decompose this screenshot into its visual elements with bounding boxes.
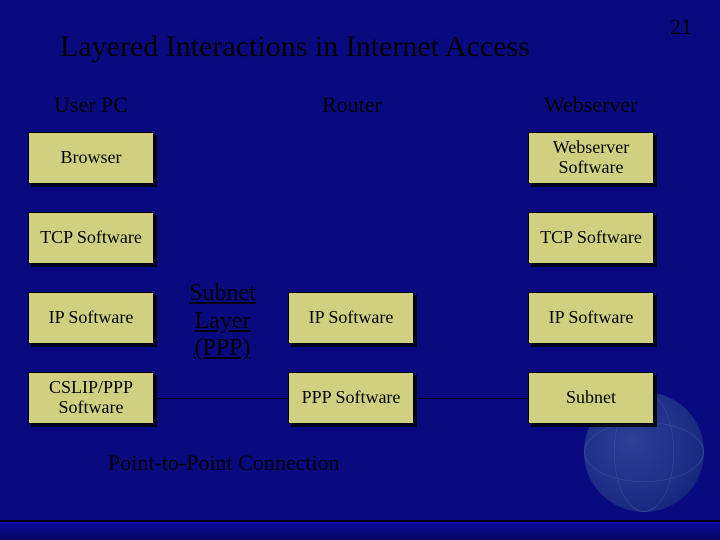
footer-bar — [0, 520, 720, 540]
column-header-user-pc: User PC — [54, 92, 128, 118]
box-subnet: Subnet — [528, 372, 654, 424]
box-tcp-left: TCP Software — [28, 212, 154, 264]
box-ip-right: IP Software — [528, 292, 654, 344]
footer-label: Point-to-Point Connection — [108, 450, 340, 476]
column-header-router: Router — [322, 92, 382, 118]
box-cslip-ppp: CSLIP/PPP Software — [28, 372, 154, 424]
box-webserver-sw: Webserver Software — [528, 132, 654, 184]
line-mid-to-right — [416, 398, 528, 399]
subnet-layer-label: Subnet Layer (PPP) — [175, 280, 270, 363]
page-number: 21 — [670, 14, 692, 40]
slide-title: Layered Interactions in Internet Access — [60, 30, 660, 64]
column-header-webserver: Webserver — [544, 92, 638, 118]
line-left-to-mid — [156, 398, 288, 399]
box-ip-left: IP Software — [28, 292, 154, 344]
box-browser: Browser — [28, 132, 154, 184]
box-ppp-mid: PPP Software — [288, 372, 414, 424]
box-tcp-right: TCP Software — [528, 212, 654, 264]
box-ip-mid: IP Software — [288, 292, 414, 344]
